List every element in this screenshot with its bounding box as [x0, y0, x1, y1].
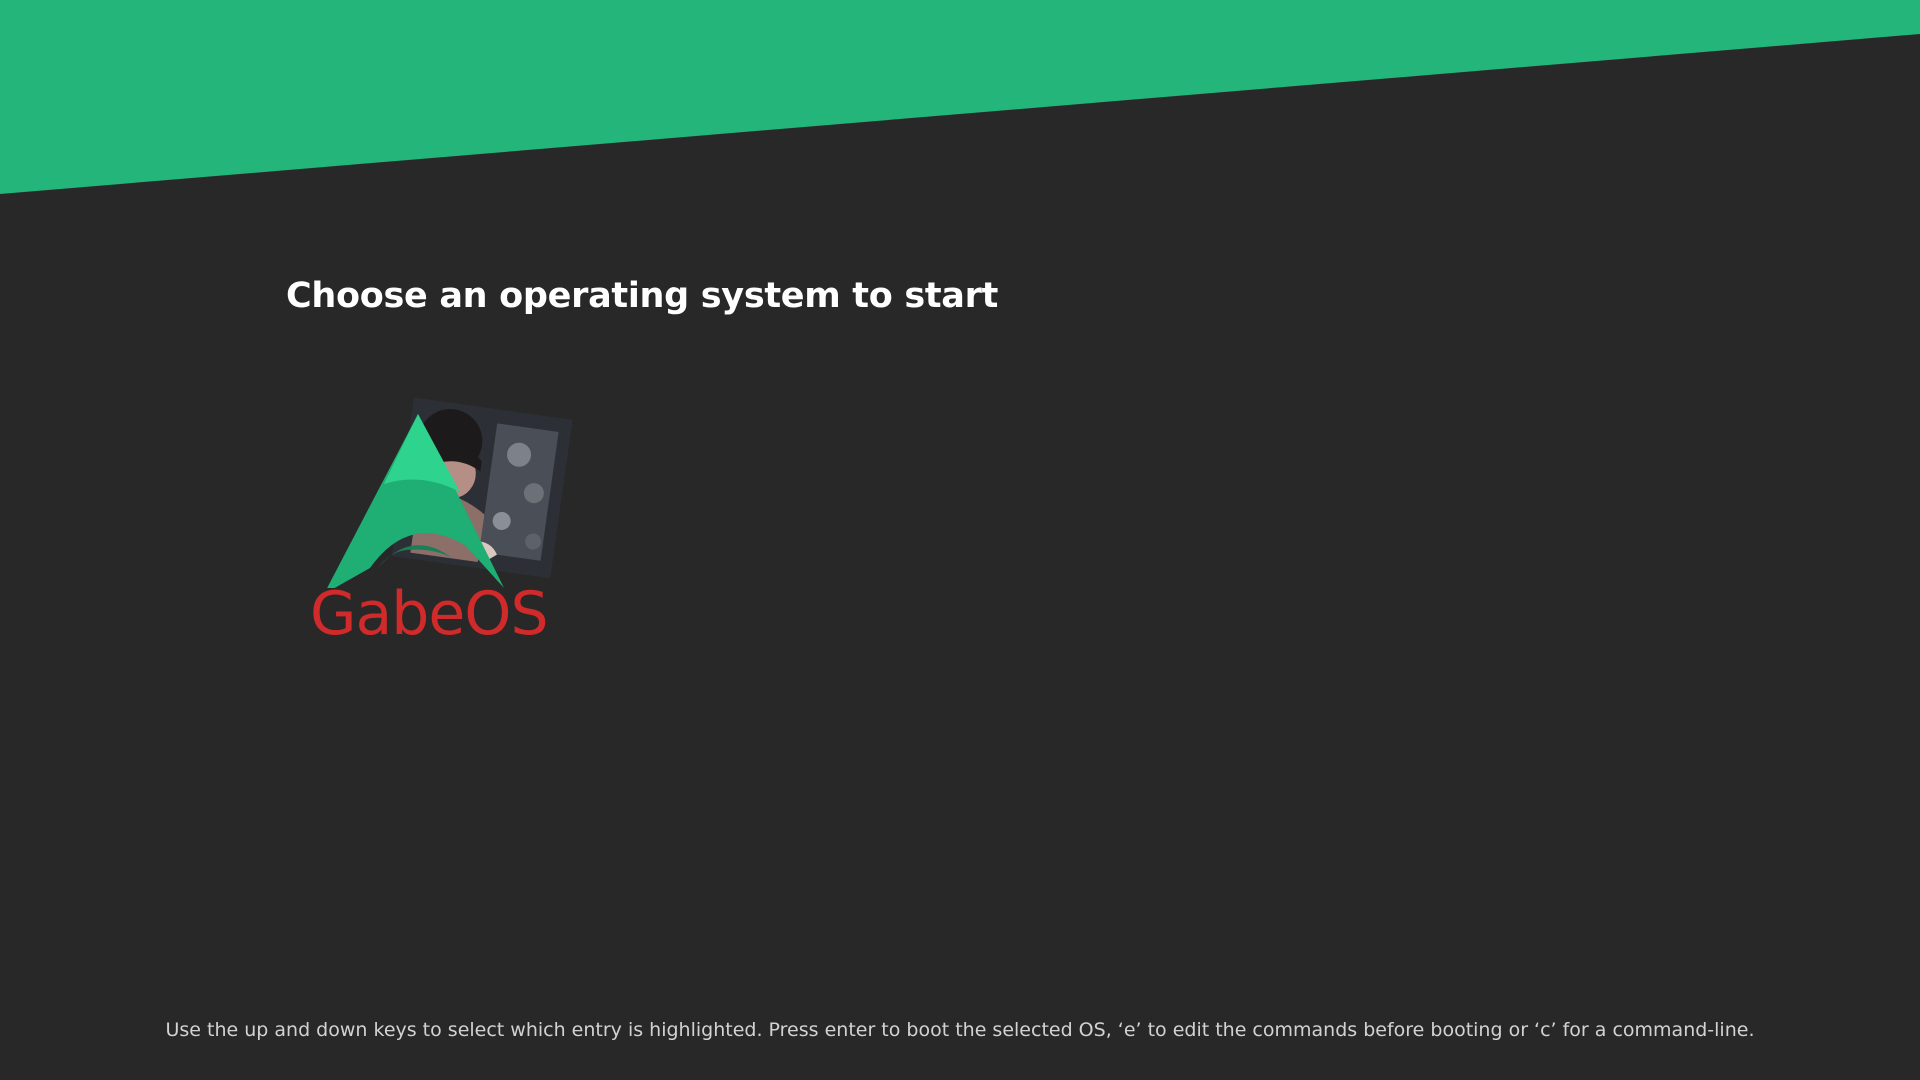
help-text: Use the up and down keys to select which…	[165, 1019, 1755, 1041]
page-title: Choose an operating system to start	[286, 276, 999, 316]
os-entry-label: GabeOS	[310, 579, 549, 649]
os-entry-gabeos[interactable]: GabeOS	[306, 398, 576, 658]
boot-screen: Choose an operating system to start Gabe…	[0, 0, 1920, 1080]
gabeos-logo-icon	[327, 398, 573, 588]
accent-banner	[0, 0, 1920, 194]
